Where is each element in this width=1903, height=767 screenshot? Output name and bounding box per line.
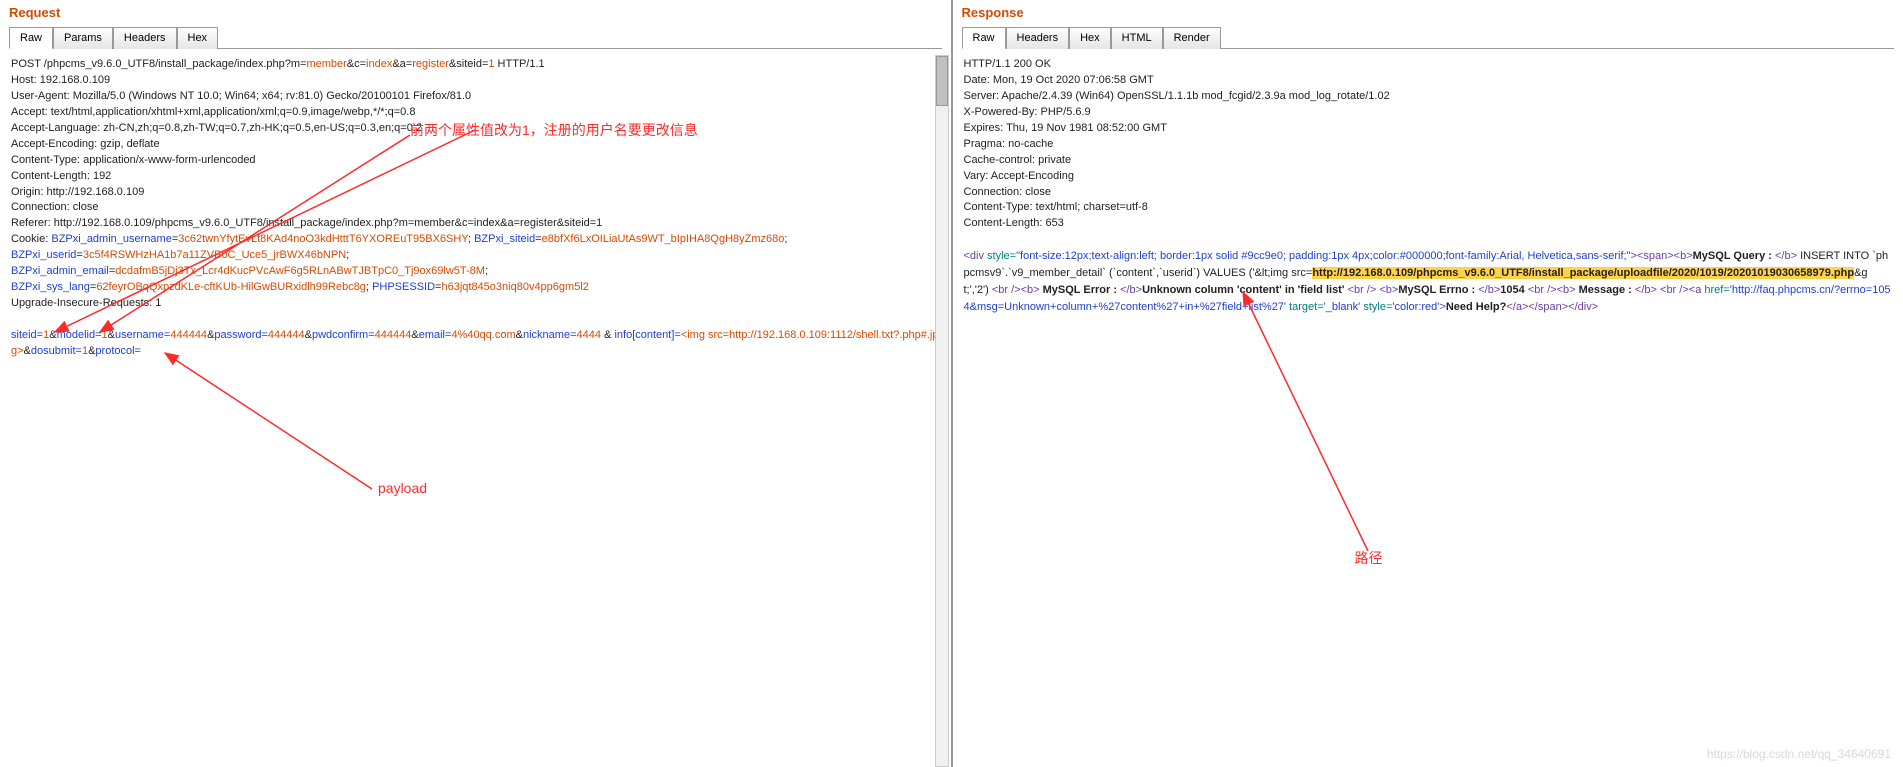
content-type-header: Content-Type: application/x-www-form-url… [11, 153, 940, 169]
powered-header: X-Powered-By: PHP/5.6.9 [964, 105, 1893, 121]
cookie-line-2: BZPxi_userid=3c5f4RSWHzHA1b7a11ZVB0C_Uce… [11, 248, 940, 264]
tab-resp-hex[interactable]: Hex [1069, 27, 1111, 49]
accept-lang-header: Accept-Language: zh-CN,zh;q=0.8,zh-TW;q=… [11, 121, 940, 137]
request-line: POST /phpcms_v9.6.0_UTF8/install_package… [11, 57, 940, 73]
annotation-3: 路径 [1355, 548, 1383, 568]
status-line: HTTP/1.1 200 OK [964, 57, 1893, 73]
tab-hex[interactable]: Hex [177, 27, 219, 49]
tab-resp-render[interactable]: Render [1163, 27, 1221, 49]
tab-raw[interactable]: Raw [9, 27, 53, 49]
request-tabs: Raw Params Headers Hex [9, 26, 942, 49]
tab-params[interactable]: Params [53, 27, 113, 49]
accept-header: Accept: text/html,application/xhtml+xml,… [11, 105, 940, 121]
cookie-line-3: BZPxi_admin_email=dcdafmB5jDj3Tx_Lcr4dKu… [11, 264, 940, 280]
clen-resp-header: Content-Length: 653 [964, 216, 1893, 232]
vary-header: Vary: Accept-Encoding [964, 169, 1893, 185]
expires-header: Expires: Thu, 19 Nov 1981 08:52:00 GMT [964, 121, 1893, 137]
referer-header: Referer: http://192.168.0.109/phpcms_v9.… [11, 216, 940, 232]
blank-line-2 [964, 232, 1893, 248]
tab-resp-headers[interactable]: Headers [1006, 27, 1070, 49]
blank-line [11, 312, 940, 328]
annotation-2: payload [378, 480, 427, 496]
watermark: https://blog.csdn.net/qq_34640691 [1707, 747, 1891, 761]
upload-path-highlight: http://192.168.0.109/phpcms_v9.6.0_UTF8/… [1312, 267, 1854, 279]
response-body: <div style="font-size:12px;text-align:le… [964, 248, 1893, 316]
tab-resp-raw[interactable]: Raw [962, 27, 1006, 49]
conn-resp-header: Connection: close [964, 185, 1893, 201]
content-length-header: Content-Length: 192 [11, 169, 940, 185]
pragma-header: Pragma: no-cache [964, 137, 1893, 153]
server-header: Server: Apache/2.4.39 (Win64) OpenSSL/1.… [964, 89, 1893, 105]
ua-header: User-Agent: Mozilla/5.0 (Windows NT 10.0… [11, 89, 940, 105]
request-title: Request [5, 3, 946, 22]
accept-enc-header: Accept-Encoding: gzip, deflate [11, 137, 940, 153]
tab-resp-html[interactable]: HTML [1111, 27, 1163, 49]
cookie-line-4: BZPxi_sys_lang=62feyrOBqQxpzdKLe-cftKUb-… [11, 280, 940, 296]
date-header: Date: Mon, 19 Oct 2020 07:06:58 GMT [964, 73, 1893, 89]
response-content[interactable]: HTTP/1.1 200 OK Date: Mon, 19 Oct 2020 0… [958, 55, 1899, 318]
scrollbar[interactable] [935, 55, 949, 767]
ctype-resp-header: Content-Type: text/html; charset=utf-8 [964, 200, 1893, 216]
request-content[interactable]: POST /phpcms_v9.6.0_UTF8/install_package… [5, 55, 946, 362]
response-tabs: Raw Headers Hex HTML Render [962, 26, 1895, 49]
request-panel: Request Raw Params Headers Hex POST /php… [0, 0, 953, 767]
origin-header: Origin: http://192.168.0.109 [11, 185, 940, 201]
tab-headers[interactable]: Headers [113, 27, 177, 49]
connection-header: Connection: close [11, 200, 940, 216]
response-title: Response [958, 3, 1899, 22]
host-header: Host: 192.168.0.109 [11, 73, 940, 89]
request-body: siteid=1&modelid=1&username=444444&passw… [11, 328, 940, 360]
cachectl-header: Cache-control: private [964, 153, 1893, 169]
upgrade-header: Upgrade-Insecure-Requests: 1 [11, 296, 940, 312]
response-panel: Response Raw Headers Hex HTML Render HTT… [953, 0, 1903, 767]
cookie-header: Cookie: BZPxi_admin_username=3c62twnYfyt… [11, 232, 940, 248]
